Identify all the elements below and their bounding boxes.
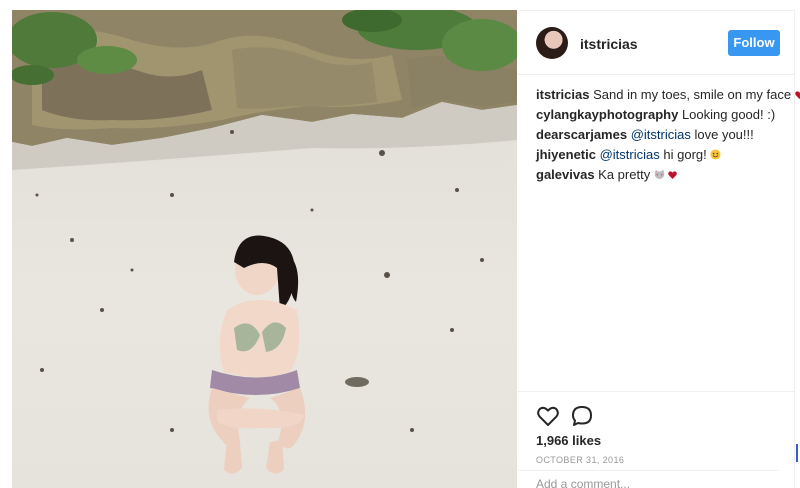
comment-author[interactable]: galevivas [536, 167, 595, 182]
comment-author[interactable]: cylangkayphotography [536, 107, 678, 122]
comment-text: Sand in my toes, smile on my face [593, 87, 792, 102]
avatar[interactable] [536, 27, 568, 59]
comment-item: cylangkayphotography Looking good! :) [536, 105, 788, 125]
post-date: OCTOBER 31, 2016 [536, 455, 625, 465]
add-comment-input[interactable]: Add a comment... [536, 477, 630, 488]
comment-item: jhiyenetic @itstricias hi gorg! [536, 145, 788, 165]
comment-mention[interactable]: @itstricias [631, 127, 691, 142]
person-figure [208, 235, 306, 474]
comment-mention[interactable]: @itstricias [600, 147, 660, 162]
cat-heart-icon [654, 169, 665, 180]
add-comment-area[interactable]: Add a comment... [518, 470, 778, 488]
post-actions: 1,966 likes OCTOBER 31, 2016 Add a comme… [518, 391, 795, 488]
follow-button[interactable]: Follow [728, 30, 780, 56]
comment-author[interactable]: jhiyenetic [536, 147, 596, 162]
scrollbar-thumb[interactable] [796, 444, 798, 462]
comment-item: galevivas Ka pretty [536, 165, 788, 185]
instagram-post-frame: itstricias Follow itstricias Sand in my … [0, 0, 800, 488]
comment-author[interactable]: itstricias [536, 87, 589, 102]
smile-emoji-icon [710, 149, 721, 160]
post-photo[interactable] [12, 10, 517, 488]
post-header: itstricias Follow [518, 11, 795, 75]
post-detail-pane: itstricias Follow itstricias Sand in my … [518, 10, 800, 488]
comment-text: Looking good! :) [681, 107, 776, 122]
beach-photo-illustration [12, 10, 517, 474]
comment-text: Ka pretty [598, 167, 651, 182]
heart-icon [668, 171, 678, 179]
speech-bubble-icon[interactable] [570, 404, 594, 428]
comment-list: itstricias Sand in my toes, smile on my … [536, 85, 800, 185]
comment-item: itstricias Sand in my toes, smile on my … [536, 85, 800, 105]
comment-item: dearscarjames @itstricias love you!!! [536, 125, 788, 145]
like-count[interactable]: 1,966 likes [536, 433, 601, 448]
comment-text: hi gorg! [663, 147, 707, 162]
comment-author[interactable]: dearscarjames [536, 127, 627, 142]
comment-text: love you!!! [694, 127, 754, 142]
username-link[interactable]: itstricias [580, 36, 638, 52]
heart-icon [794, 91, 800, 99]
heart-outline-icon[interactable] [536, 404, 560, 428]
